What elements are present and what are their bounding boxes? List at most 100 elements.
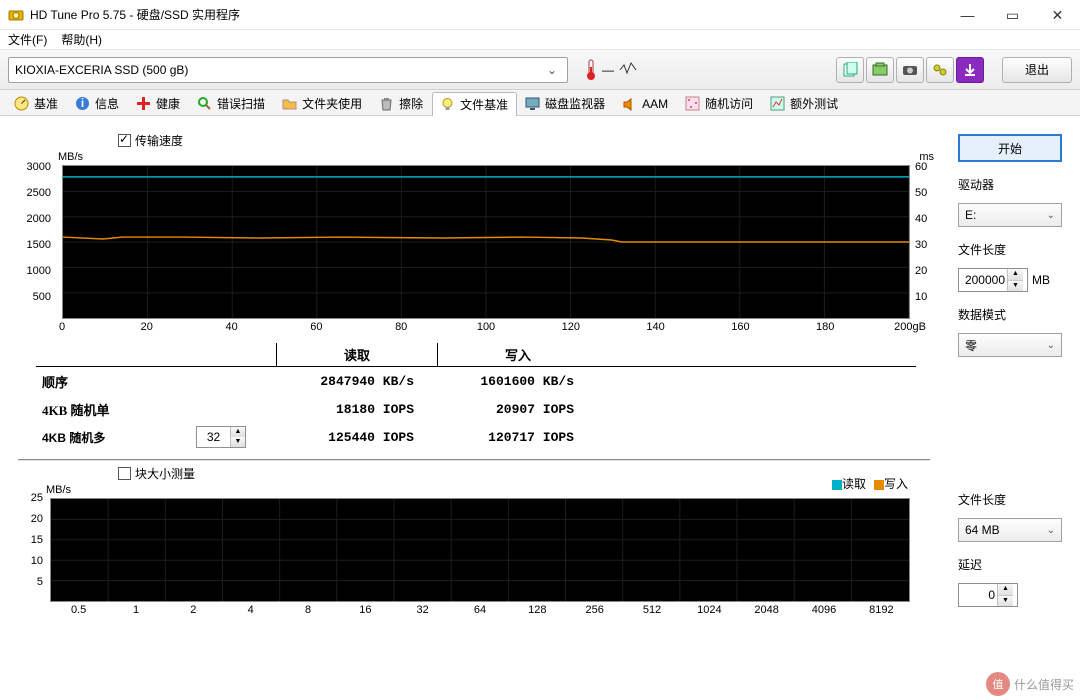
table-row: 4KB 随机多 32▲▼ 125440 IOPS 120717 IOPS [36,423,916,451]
blocksize-graph: MB/s 252015105 0.51248163264128256512102… [18,486,938,616]
tab-info[interactable]: i信息 [67,91,128,115]
save-screenshot-button[interactable] [896,57,924,83]
health-icon [135,96,151,112]
chevron-down-icon: ⌄ [1047,340,1055,351]
delay-spinner[interactable]: ▲▼ [958,583,1018,607]
tab-erase[interactable]: 擦除 [371,91,432,115]
filelen-label: 文件长度 [958,241,1062,258]
transfer-section: 传输速度 MB/s ms 30002500200015001000500 605… [18,132,938,333]
datapat-select[interactable]: 零⌄ [958,333,1062,357]
trash-icon [378,96,394,112]
legend-read-swatch [832,480,842,490]
folder-icon [281,96,297,112]
copy-screenshot-button[interactable] [866,57,894,83]
options-button[interactable] [926,57,954,83]
minimize-button[interactable]: — [945,0,990,30]
row-seq-read: 2847940 KB/s [276,374,436,389]
watermark-text: 什么值得买 [1014,676,1074,693]
tab-health[interactable]: 健康 [128,91,189,115]
tab-errorscan[interactable]: 错误扫描 [189,91,274,115]
info-icon: i [74,96,90,112]
save-button[interactable] [956,57,984,83]
row-4kn-read: 125440 IOPS [276,430,436,445]
device-select[interactable]: KIOXIA-EXCERIA SSD (500 gB) ⌄ [8,57,568,83]
chevron-down-icon: ⌄ [1047,525,1055,536]
transfer-checkbox[interactable] [118,134,131,147]
row-4kn-label: 4KB 随机多 32▲▼ [36,426,276,448]
y-left-unit: MB/s [58,151,83,163]
y2-unit: MB/s [46,484,71,496]
write-header: 写入 [438,345,598,366]
chevron-down-icon: ⌄ [1047,210,1055,221]
filelen-unit: MB [1032,273,1050,287]
content: 开始 驱动器 E:⌄ 文件长度 ▲▼ MB 数据模式 零⌄ 文件长度 64 MB… [0,116,1080,700]
row-4k1-write: 20907 IOPS [436,402,596,417]
gauge-icon [13,96,29,112]
blocksize-checkbox[interactable] [118,467,131,480]
filelen2-select[interactable]: 64 MB⌄ [958,518,1062,542]
toolbar: KIOXIA-EXCERIA SSD (500 gB) ⌄ — 退出 [0,50,1080,90]
section-separator [18,459,930,461]
app-icon [8,7,24,23]
thermometer-icon [584,59,598,81]
blocksize-label: 块大小测量 [135,465,195,482]
svg-text:i: i [80,96,83,110]
close-button[interactable]: ✕ [1035,0,1080,30]
transfer-plot [62,165,910,319]
delay-input[interactable] [959,588,997,602]
filelen2-label: 文件长度 [958,491,1062,508]
tab-benchmark[interactable]: 基准 [6,91,67,115]
chevron-down-icon: ⌄ [543,63,561,77]
row-seq-write: 1601600 KB/s [436,374,596,389]
temperature-display: — [584,59,638,81]
tab-aam[interactable]: AAM [614,92,677,115]
driver-label: 驱动器 [958,176,1062,193]
toolbar-actions [836,57,984,83]
blocksize-plot [50,498,910,602]
row-seq-label: 顺序 [36,372,276,391]
menubar: 文件(F) 帮助(H) [0,30,1080,50]
watermark: 值 什么值得买 [986,672,1074,696]
exit-label: 退出 [1025,61,1049,78]
driver-select[interactable]: E:⌄ [958,203,1062,227]
right-panel: 开始 驱动器 E:⌄ 文件长度 ▲▼ MB 数据模式 零⌄ 文件长度 64 MB… [958,134,1062,607]
monitor-icon [524,96,540,112]
transfer-label: 传输速度 [135,132,183,149]
legend-write-swatch [874,480,884,490]
random-icon [684,96,700,112]
maximize-button[interactable]: ▭ [990,0,1035,30]
extra-icon [769,96,785,112]
tab-extra[interactable]: 额外测试 [762,91,847,115]
exit-button[interactable]: 退出 [1002,57,1072,83]
row-4kn-write: 120717 IOPS [436,430,596,445]
row-4k1-label: 4KB 随机单 [36,400,276,419]
transfer-graph: MB/s ms 30002500200015001000500 60504030… [18,153,938,333]
row-4k1-read: 18180 IOPS [276,402,436,417]
window-title: HD Tune Pro 5.75 - 硬盘/SSD 实用程序 [30,6,945,23]
menu-file[interactable]: 文件(F) [8,31,47,48]
table-row: 顺序 2847940 KB/s 1601600 KB/s [36,367,916,395]
tab-diskmonitor[interactable]: 磁盘监视器 [517,91,614,115]
delay-label: 延迟 [958,556,1062,573]
bulb-icon [439,97,455,113]
temperature-value: — [602,63,614,77]
menu-help[interactable]: 帮助(H) [61,31,102,48]
search-icon [196,96,212,112]
datapat-label: 数据模式 [958,306,1062,323]
table-row: 4KB 随机单 18180 IOPS 20907 IOPS [36,395,916,423]
tab-filebenchmark[interactable]: 文件基准 [432,92,517,116]
spark-icon [618,61,638,79]
copy-info-button[interactable] [836,57,864,83]
speaker-icon [621,96,637,112]
titlebar: HD Tune Pro 5.75 - 硬盘/SSD 实用程序 — ▭ ✕ [0,0,1080,30]
filelen-spinner[interactable]: ▲▼ [958,268,1028,292]
legend: 读取 写入 [832,475,908,492]
results-table: 读取 写入 顺序 2847940 KB/s 1601600 KB/s 4KB 随… [36,343,916,451]
tab-random[interactable]: 随机访问 [677,91,762,115]
tab-folderusage[interactable]: 文件夹使用 [274,91,371,115]
queue-depth-spinner[interactable]: 32▲▼ [196,426,246,448]
start-button[interactable]: 开始 [958,134,1062,162]
blocksize-section: 块大小测量 读取 写入 MB/s 252015105 0.51248163264… [18,465,938,616]
watermark-icon: 值 [986,672,1010,696]
filelen-input[interactable] [959,273,1007,287]
